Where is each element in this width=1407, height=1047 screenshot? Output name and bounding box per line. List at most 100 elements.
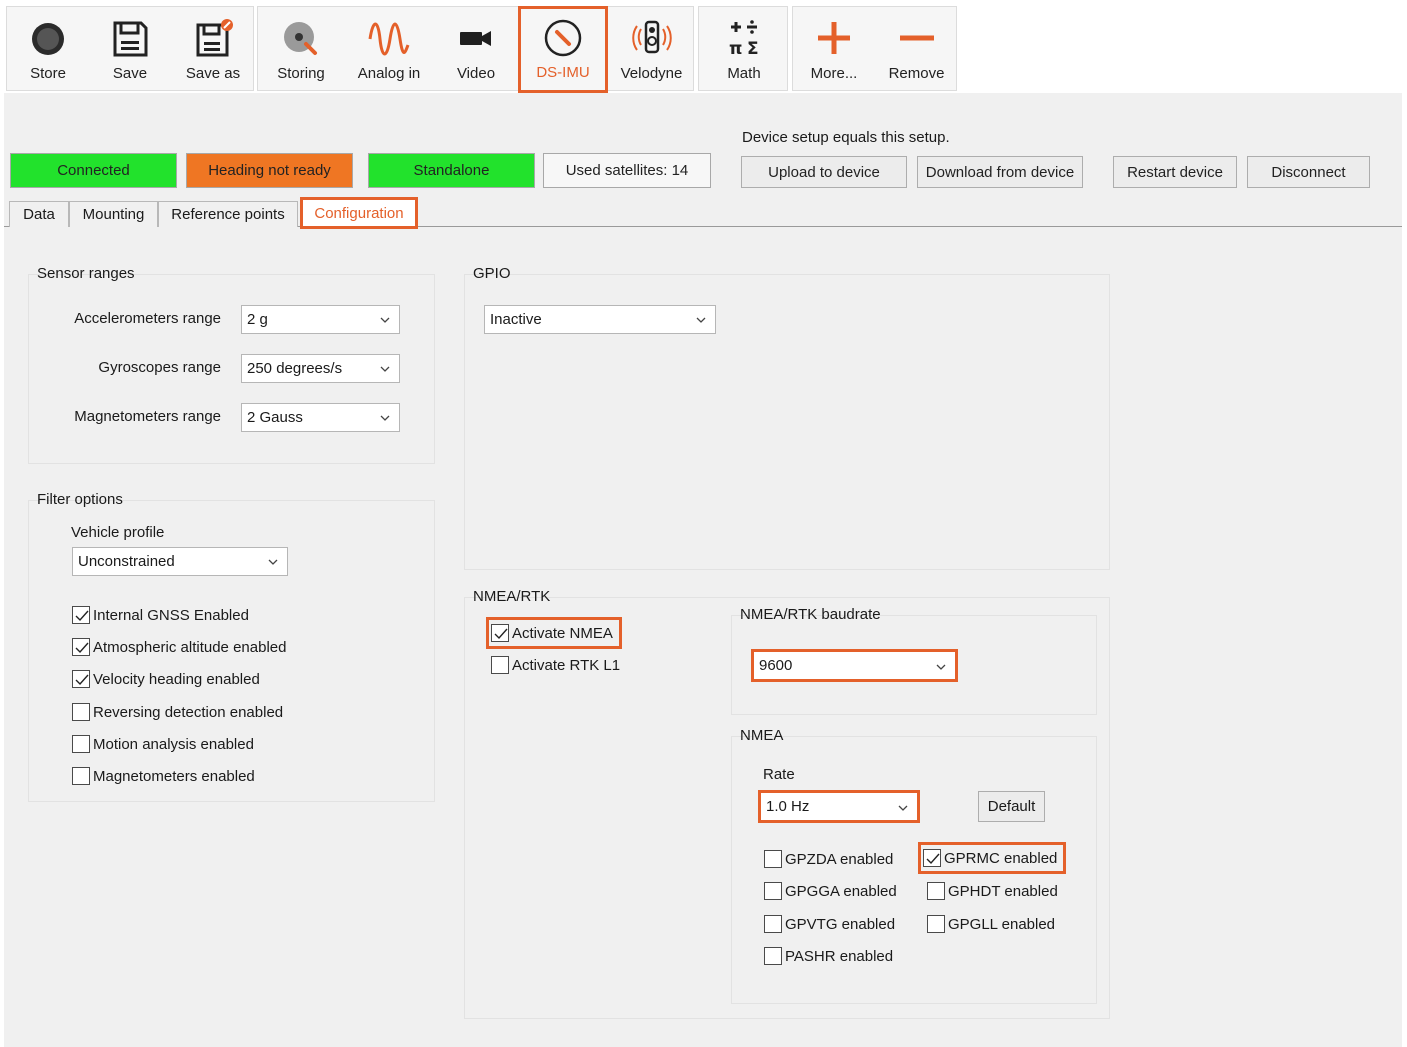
upload-to-device-button[interactable]: Upload to device xyxy=(741,156,907,188)
checkbox-box xyxy=(764,915,782,933)
remove-button[interactable]: Remove xyxy=(875,7,958,92)
gpgga-checkbox[interactable]: GPGGA enabled xyxy=(764,879,897,903)
motion-analysis-checkbox[interactable]: Motion analysis enabled xyxy=(72,732,254,756)
gpgll-checkbox[interactable]: GPGLL enabled xyxy=(927,912,1055,936)
analog-in-label: Analog in xyxy=(357,65,421,82)
video-label: Video xyxy=(456,65,496,82)
checkbox-box xyxy=(491,656,509,674)
toolbar-group-file: Store Save Save as xyxy=(6,6,254,91)
checkbox-label: GPHDT enabled xyxy=(948,882,1058,900)
velodyne-label: Velodyne xyxy=(620,65,683,82)
math-button[interactable]: πΣ Math xyxy=(699,7,789,92)
download-from-device-button[interactable]: Download from device xyxy=(917,156,1083,188)
rate-label: Rate xyxy=(763,766,795,783)
chevron-down-icon xyxy=(898,805,908,811)
checkbox-box xyxy=(72,703,90,721)
checkbox-label: Atmospheric altitude enabled xyxy=(93,638,287,656)
checkbox-box xyxy=(72,670,90,688)
device-setup-note: Device setup equals this setup. xyxy=(742,129,950,146)
pashr-checkbox[interactable]: PASHR enabled xyxy=(764,944,893,968)
checkbox-box xyxy=(72,638,90,656)
accelerometers-range-select[interactable]: 2 g xyxy=(241,305,400,334)
checkbox-box xyxy=(927,882,945,900)
plus-icon xyxy=(818,22,850,54)
compass-icon xyxy=(544,19,582,57)
velocity-heading-checkbox[interactable]: Velocity heading enabled xyxy=(72,667,260,691)
gpzda-checkbox[interactable]: GPZDA enabled xyxy=(764,847,893,871)
video-button[interactable]: Video xyxy=(434,7,518,92)
vehicle-profile-value: Unconstrained xyxy=(78,553,175,570)
nmea-rtk-baudrate-title: NMEA/RTK baudrate xyxy=(740,606,881,623)
reversing-detection-checkbox[interactable]: Reversing detection enabled xyxy=(72,700,283,724)
restart-device-button[interactable]: Restart device xyxy=(1113,156,1237,188)
storing-button[interactable]: Storing xyxy=(258,7,344,92)
tab-data[interactable]: Data xyxy=(9,201,69,227)
activate-nmea-checkbox[interactable]: Activate NMEA xyxy=(486,617,622,649)
checkbox-label: Velocity heading enabled xyxy=(93,670,260,688)
checkbox-label: Reversing detection enabled xyxy=(93,703,284,721)
video-camera-icon xyxy=(460,31,491,46)
checkbox-label: GPZDA enabled xyxy=(785,850,894,868)
baudrate-value: 9600 xyxy=(759,657,793,674)
checkbox-label: Internal GNSS Enabled xyxy=(93,606,249,624)
accelerometers-range-label: Accelerometers range xyxy=(74,310,221,327)
checkbox-box xyxy=(764,850,782,868)
checkmark-icon xyxy=(75,610,89,622)
analog-in-button[interactable]: Analog in xyxy=(344,7,434,92)
sensor-ranges-title: Sensor ranges xyxy=(37,265,135,282)
magnetometers-enabled-checkbox[interactable]: Magnetometers enabled xyxy=(72,764,255,788)
checkbox-label: GPRMC enabled xyxy=(944,849,1058,867)
disconnect-button[interactable]: Disconnect xyxy=(1247,156,1370,188)
velodyne-button[interactable]: Velodyne xyxy=(608,7,695,92)
status-connected: Connected xyxy=(10,153,177,188)
checkmark-icon xyxy=(494,628,508,640)
gpio-select[interactable]: Inactive xyxy=(484,305,716,334)
gpio-title: GPIO xyxy=(473,265,511,282)
default-button[interactable]: Default xyxy=(978,791,1045,822)
gyroscopes-range-select[interactable]: 250 degrees/s xyxy=(241,354,400,383)
checkbox-box xyxy=(72,735,90,753)
save-as-button[interactable]: Save as xyxy=(171,7,255,92)
gprmc-checkbox[interactable]: GPRMC enabled xyxy=(918,842,1067,874)
ds-imu-label: DS-IMU xyxy=(536,64,590,81)
tab-mounting[interactable]: Mounting xyxy=(69,201,158,227)
checkbox-label: GPGGA enabled xyxy=(785,882,897,900)
chevron-down-icon xyxy=(380,415,390,421)
vehicle-profile-label: Vehicle profile xyxy=(71,524,165,541)
more-button[interactable]: More... xyxy=(793,7,875,92)
internal-gnss-checkbox[interactable]: Internal GNSS Enabled xyxy=(72,603,249,627)
checkbox-label: Motion analysis enabled xyxy=(93,735,254,753)
gpio-value: Inactive xyxy=(490,311,542,328)
baudrate-select[interactable]: 9600 xyxy=(751,649,958,682)
chevron-down-icon xyxy=(380,366,390,372)
tab-configuration[interactable]: Configuration xyxy=(300,197,418,229)
gphdt-checkbox[interactable]: GPHDT enabled xyxy=(927,879,1058,903)
activate-rtk-checkbox[interactable]: Activate RTK L1 xyxy=(491,653,620,677)
save-as-label: Save as xyxy=(185,65,241,82)
chevron-down-icon xyxy=(936,664,946,670)
sine-wave-icon xyxy=(368,22,410,56)
more-label: More... xyxy=(810,65,858,82)
save-button[interactable]: Save xyxy=(89,7,171,92)
gpvtg-checkbox[interactable]: GPVTG enabled xyxy=(764,912,895,936)
checkbox-box xyxy=(491,624,509,642)
status-mode: Standalone xyxy=(368,153,535,188)
status-heading: Heading not ready xyxy=(186,153,353,188)
rate-select[interactable]: 1.0 Hz xyxy=(758,790,920,823)
magnetometers-range-select[interactable]: 2 Gauss xyxy=(241,403,400,432)
nmea-rtk-title: NMEA/RTK xyxy=(473,588,551,605)
tab-reference-points[interactable]: Reference points xyxy=(158,201,298,227)
filter-options-title: Filter options xyxy=(37,491,123,508)
ds-imu-button[interactable]: DS-IMU xyxy=(518,6,608,93)
checkbox-box xyxy=(927,915,945,933)
checkbox-label: Activate NMEA xyxy=(512,624,613,642)
vehicle-profile-select[interactable]: Unconstrained xyxy=(72,547,288,576)
store-button[interactable]: Store xyxy=(7,7,89,92)
atmospheric-altitude-checkbox[interactable]: Atmospheric altitude enabled xyxy=(72,635,286,659)
svg-text:Σ: Σ xyxy=(747,39,759,59)
gyroscopes-range-value: 250 degrees/s xyxy=(247,360,343,377)
checkmark-icon xyxy=(75,674,89,686)
storing-label: Storing xyxy=(277,65,325,82)
toolbar-group-math: πΣ Math xyxy=(698,6,788,91)
status-satellites: Used satellites: 14 xyxy=(543,153,711,188)
